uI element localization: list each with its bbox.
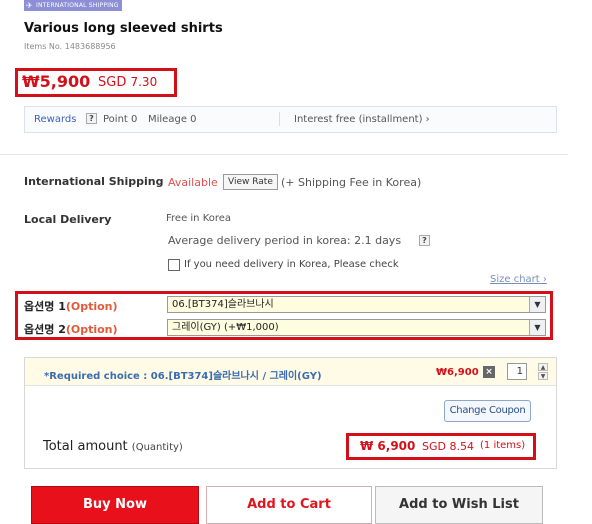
local-delivery-label: Local Delivery <box>24 213 112 226</box>
total-sgd: SGD 8.54 <box>422 440 474 453</box>
shipping-fee-note: (+ Shipping Fee in Korea) <box>281 176 422 189</box>
shipping-available-status: Available <box>168 176 218 189</box>
chevron-down-icon[interactable]: ▼ <box>529 320 545 335</box>
option-1-label: 옵션명 1(Option) <box>24 298 118 314</box>
product-title: Various long sleeved shirts <box>24 21 223 36</box>
free-in-korea: Free in Korea <box>166 213 232 224</box>
option-1-value: 06.[BT374]슬라브나시 <box>172 299 274 310</box>
price-sgd: SGD 7.30 <box>98 75 157 90</box>
korea-delivery-label: If you need delivery in Korea, Please ch… <box>184 259 399 270</box>
total-quantity-text: (Quantity) <box>131 442 183 453</box>
quantity-input[interactable]: 1 <box>507 363 527 380</box>
line-price: ₩6,900 <box>436 367 479 378</box>
option-1-tag: (Option) <box>65 300 118 313</box>
option-2-name: 옵션명 2 <box>24 323 66 336</box>
price-sgd-value: 7.30 <box>130 75 158 89</box>
badge-text: INTERNATIONAL SHIPPING <box>36 2 119 9</box>
remove-line-icon[interactable]: × <box>483 366 495 378</box>
rewards-help-icon[interactable]: ? <box>86 113 97 124</box>
total-amount-text: Total amount <box>43 439 128 454</box>
add-to-cart-button[interactable]: Add to Cart <box>206 486 372 524</box>
rewards-mileage: Mileage 0 <box>148 114 197 125</box>
option-1-select[interactable]: 06.[BT374]슬라브나시 ▼ <box>167 296 546 313</box>
option-1-name: 옵션명 1 <box>24 300 66 313</box>
total-amount-label: Total amount (Quantity) <box>43 439 183 454</box>
option-2-label: 옵션명 2(Option) <box>24 321 118 337</box>
rewards-point: Point 0 <box>103 114 138 125</box>
size-chart-link[interactable]: Size chart › <box>490 274 547 285</box>
chevron-down-icon[interactable]: ▼ <box>529 297 545 312</box>
option-2-tag: (Option) <box>65 323 118 336</box>
rewards-link[interactable]: Rewards <box>34 114 76 125</box>
interest-free-link[interactable]: Interest free (installment) › <box>294 114 430 125</box>
quantity-up-icon[interactable]: ▲ <box>538 363 548 371</box>
korea-delivery-checkbox[interactable] <box>168 259 180 271</box>
price-sgd-label: SGD <box>98 75 127 90</box>
quantity-down-icon[interactable]: ▼ <box>538 372 548 380</box>
buy-now-button[interactable]: Buy Now <box>31 486 199 524</box>
price-won: ₩5,900 <box>22 72 91 91</box>
items-number: Items No. 1483688956 <box>24 42 116 51</box>
section-divider <box>0 154 568 155</box>
view-rate-button[interactable]: View Rate <box>223 174 278 190</box>
total-won: ₩ 6,900 <box>360 439 416 453</box>
total-items: (1 items) <box>480 440 526 451</box>
option-2-select[interactable]: 그레이(GY) (+₩1,000) ▼ <box>167 319 546 336</box>
add-to-wish-list-button[interactable]: Add to Wish List <box>375 486 543 524</box>
change-coupon-button[interactable]: Change Coupon <box>444 400 531 422</box>
international-shipping-badge: ✈ INTERNATIONAL SHIPPING <box>24 0 122 11</box>
option-2-value: 그레이(GY) (+₩1,000) <box>172 322 279 333</box>
airplane-icon: ✈ <box>26 1 33 10</box>
delivery-help-icon[interactable]: ? <box>419 235 430 246</box>
required-choice-text: *Required choice : 06.[BT374]슬라브나시 / 그레이… <box>44 371 322 382</box>
average-delivery-period: Average delivery period in korea: 2.1 da… <box>168 234 402 247</box>
international-shipping-label: International Shipping <box>24 175 164 188</box>
rewards-divider <box>279 112 280 126</box>
